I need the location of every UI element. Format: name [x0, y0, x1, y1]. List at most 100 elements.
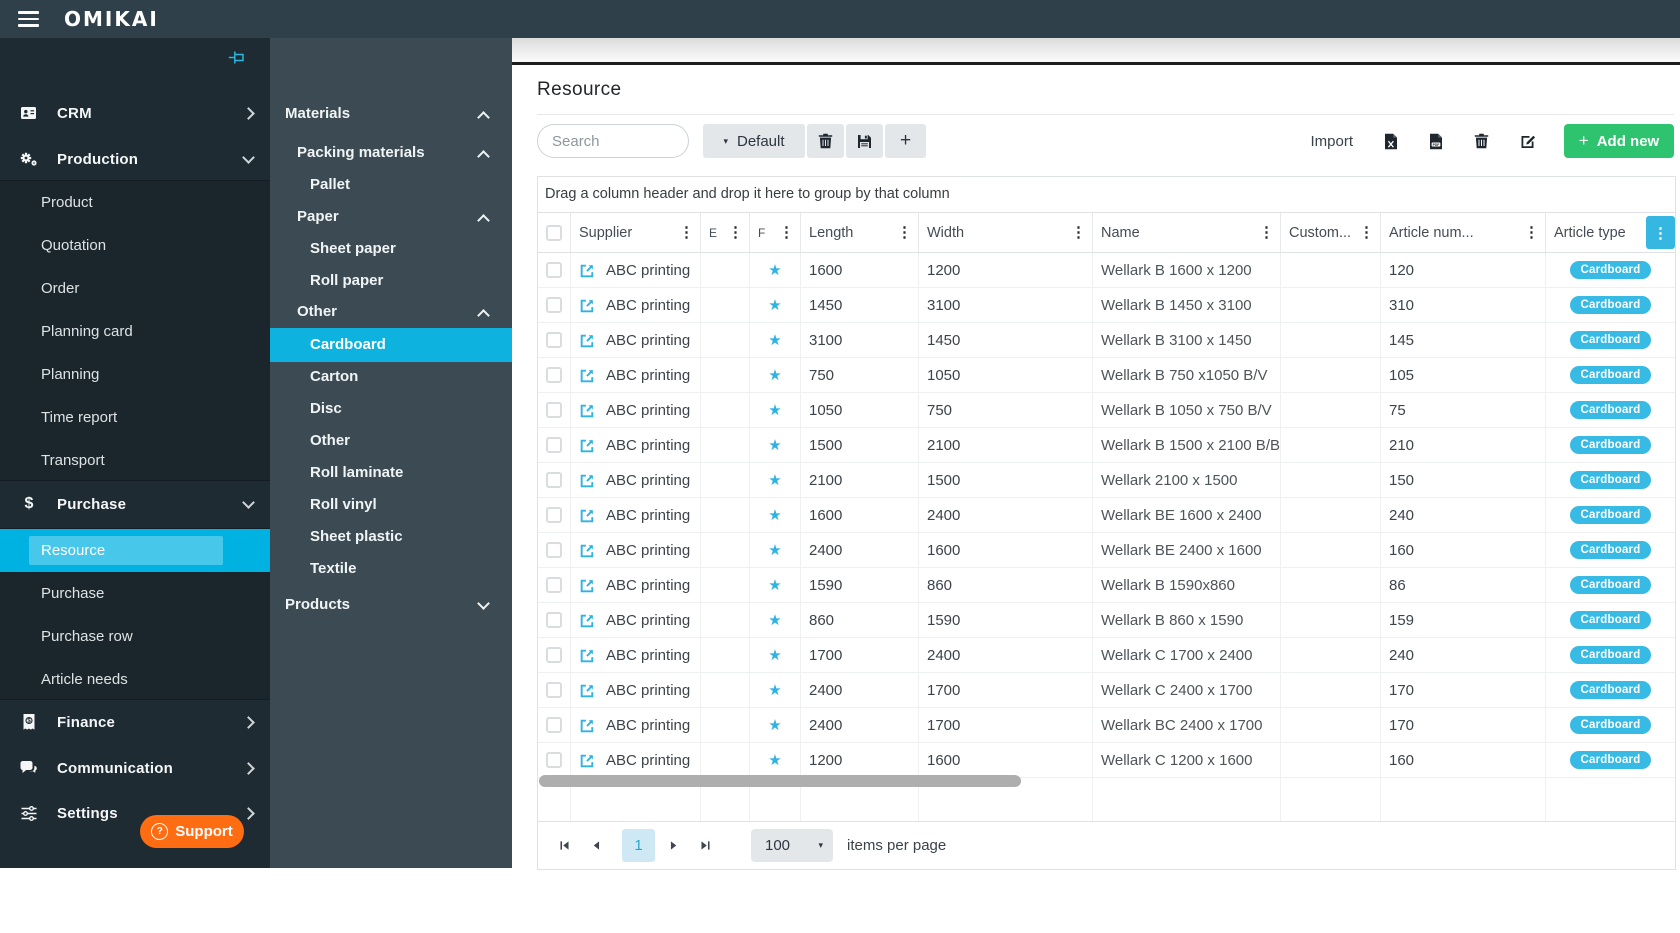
column-menu-icon[interactable]: ⋮ — [679, 225, 694, 240]
sidebar-item-crm[interactable]: CRM — [0, 93, 270, 133]
support-button[interactable]: ?Support — [140, 815, 244, 848]
column-header-article_type[interactable]: Article type⋮ — [1546, 213, 1675, 252]
external-link-icon[interactable] — [579, 367, 596, 384]
tree-item-pallet[interactable]: Pallet — [270, 170, 512, 200]
import-button[interactable]: Import — [1310, 133, 1353, 150]
column-menu-icon[interactable]: ⋮ — [1259, 225, 1274, 240]
column-menu-icon[interactable]: ⋮ — [779, 225, 794, 240]
favorite-star-icon[interactable]: ★ — [768, 646, 781, 664]
tree-item-cardboard[interactable]: Cardboard — [270, 328, 512, 362]
favorite-star-icon[interactable]: ★ — [768, 331, 781, 349]
sidebar-subitem-quotation[interactable]: Quotation — [0, 224, 270, 267]
external-link-icon[interactable] — [579, 402, 596, 419]
favorite-star-icon[interactable]: ★ — [768, 261, 781, 279]
current-page-button[interactable]: 1 — [622, 829, 655, 862]
tree-item-packing-materials[interactable]: Packing materials — [270, 138, 512, 168]
row-checkbox[interactable] — [546, 332, 562, 348]
external-link-icon[interactable] — [579, 752, 596, 769]
external-link-icon[interactable] — [579, 647, 596, 664]
tree-item-roll-paper[interactable]: Roll paper — [270, 266, 512, 296]
tree-item-roll-laminate[interactable]: Roll laminate — [270, 458, 512, 488]
first-page-button[interactable] — [552, 834, 576, 858]
external-link-icon[interactable] — [579, 577, 596, 594]
favorite-star-icon[interactable]: ★ — [768, 366, 781, 384]
row-checkbox[interactable] — [546, 367, 562, 383]
row-checkbox[interactable] — [546, 262, 562, 278]
external-link-icon[interactable] — [579, 437, 596, 454]
column-header-width[interactable]: Width⋮ — [919, 213, 1093, 252]
sidebar-subitem-resource[interactable]: Resource — [0, 529, 270, 572]
favorite-star-icon[interactable]: ★ — [768, 681, 781, 699]
column-header-f[interactable]: F⋮ — [750, 213, 801, 252]
row-checkbox[interactable] — [546, 577, 562, 593]
row-checkbox[interactable] — [546, 682, 562, 698]
favorite-star-icon[interactable]: ★ — [768, 436, 781, 454]
sidebar-subitem-purchase-row[interactable]: Purchase row — [0, 615, 270, 658]
add-view-button[interactable]: + — [885, 124, 926, 158]
row-checkbox[interactable] — [546, 402, 562, 418]
column-menu-icon[interactable]: ⋮ — [897, 225, 912, 240]
sidebar-subitem-planning[interactable]: Planning — [0, 353, 270, 396]
tree-item-roll-vinyl[interactable]: Roll vinyl — [270, 490, 512, 520]
tree-item-other[interactable]: Other — [270, 297, 512, 327]
edit-icon[interactable] — [1520, 133, 1536, 149]
favorite-star-icon[interactable]: ★ — [768, 471, 781, 489]
favorite-star-icon[interactable]: ★ — [768, 401, 781, 419]
search-input[interactable] — [537, 124, 689, 158]
page-size-dropdown[interactable]: 100 ▾ — [751, 829, 833, 862]
sidebar-subitem-planning-card[interactable]: Planning card — [0, 310, 270, 353]
previous-page-button[interactable] — [584, 834, 608, 858]
last-page-button[interactable] — [693, 834, 717, 858]
tree-item-textile[interactable]: Textile — [270, 554, 512, 584]
sidebar-subitem-time-report[interactable]: Time report — [0, 396, 270, 439]
column-header-e[interactable]: E⋮ — [701, 213, 750, 252]
add-new-button[interactable]: + Add new — [1564, 124, 1674, 158]
external-link-icon[interactable] — [579, 717, 596, 734]
tree-item-products[interactable]: Products — [270, 590, 512, 620]
favorite-star-icon[interactable]: ★ — [768, 576, 781, 594]
hamburger-menu-icon[interactable] — [18, 11, 39, 27]
column-menu-icon[interactable]: ⋮ — [1071, 225, 1086, 240]
external-link-icon[interactable] — [579, 542, 596, 559]
group-by-hint[interactable]: Drag a column header and drop it here to… — [538, 177, 1675, 213]
external-link-icon[interactable] — [579, 612, 596, 629]
tree-item-paper[interactable]: Paper — [270, 202, 512, 232]
favorite-star-icon[interactable]: ★ — [768, 751, 781, 769]
column-header-length[interactable]: Length⋮ — [801, 213, 919, 252]
column-menu-button[interactable]: ⋮ — [1646, 216, 1675, 249]
external-link-icon[interactable] — [579, 262, 596, 279]
view-selector-dropdown[interactable]: ▾ Default — [703, 124, 805, 158]
favorite-star-icon[interactable]: ★ — [768, 541, 781, 559]
tree-item-disc[interactable]: Disc — [270, 394, 512, 424]
select-all-checkbox[interactable] — [546, 225, 562, 241]
favorite-star-icon[interactable]: ★ — [768, 506, 781, 524]
sidebar-item-production[interactable]: Production — [0, 139, 270, 179]
row-checkbox[interactable] — [546, 542, 562, 558]
delete-icon[interactable] — [1474, 133, 1489, 149]
tree-item-materials[interactable]: Materials — [270, 99, 512, 129]
row-checkbox[interactable] — [546, 752, 562, 768]
sidebar-item-communication[interactable]: Communication — [0, 748, 270, 788]
delete-view-button[interactable] — [807, 124, 844, 158]
next-page-button[interactable] — [661, 834, 685, 858]
row-checkbox[interactable] — [546, 647, 562, 663]
external-link-icon[interactable] — [579, 472, 596, 489]
export-pdf-icon[interactable]: PDF — [1429, 133, 1443, 150]
column-header-article_number[interactable]: Article num...⋮ — [1381, 213, 1546, 252]
favorite-star-icon[interactable]: ★ — [768, 716, 781, 734]
row-checkbox[interactable] — [546, 507, 562, 523]
row-checkbox[interactable] — [546, 612, 562, 628]
row-checkbox[interactable] — [546, 472, 562, 488]
column-menu-icon[interactable]: ⋮ — [728, 225, 743, 240]
export-excel-icon[interactable] — [1384, 133, 1398, 150]
external-link-icon[interactable] — [579, 682, 596, 699]
row-checkbox[interactable] — [546, 437, 562, 453]
favorite-star-icon[interactable]: ★ — [768, 296, 781, 314]
sidebar-item-finance[interactable]: $Finance — [0, 702, 270, 742]
row-checkbox[interactable] — [546, 297, 562, 313]
sidebar-subitem-order[interactable]: Order — [0, 267, 270, 310]
column-header-customer[interactable]: Custom...⋮ — [1281, 213, 1381, 252]
tree-item-sheet-paper[interactable]: Sheet paper — [270, 234, 512, 264]
tree-item-other[interactable]: Other — [270, 426, 512, 456]
sidebar-item-purchase[interactable]: $Purchase — [0, 484, 270, 524]
